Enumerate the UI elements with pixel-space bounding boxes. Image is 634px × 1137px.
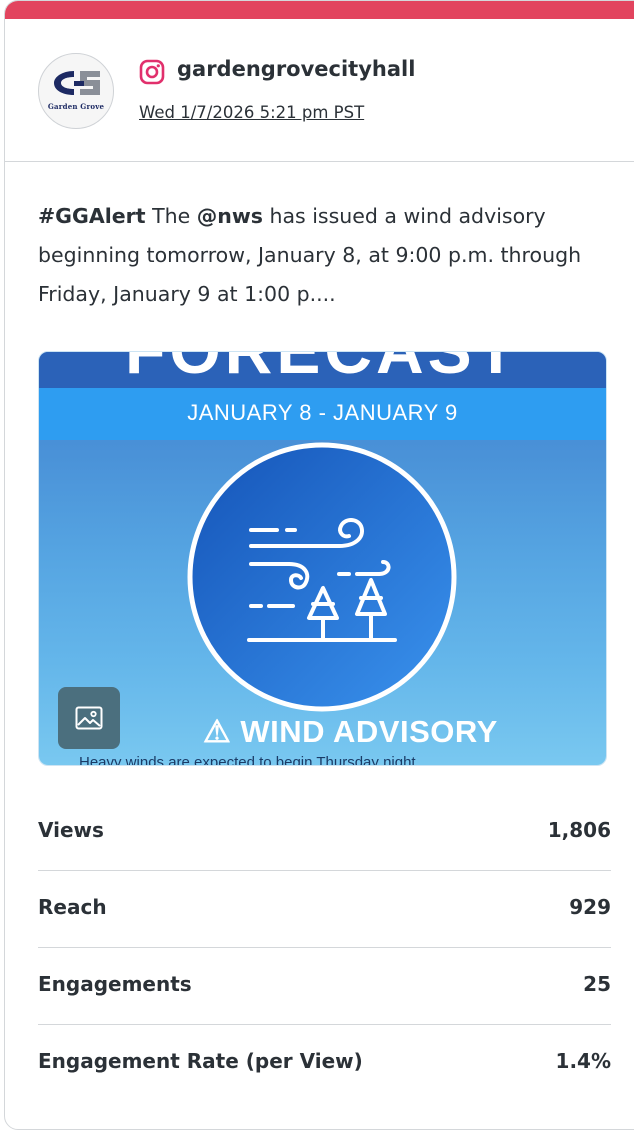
metric-label: Engagements: [38, 972, 192, 996]
image-icon: [75, 706, 103, 730]
avatar-label: Garden Grove: [47, 102, 105, 111]
warning-icon: ⚠: [203, 714, 232, 749]
media-advisory-title: ⚠ WIND ADVISORY: [203, 714, 498, 750]
metric-row-engagements: Engagements 25: [38, 948, 611, 1025]
metrics-list: Views 1,806 Reach 929 Engagements 25 Eng…: [38, 794, 611, 1101]
account-handle[interactable]: gardengrovecityhall: [177, 57, 415, 81]
metric-value: 929: [569, 895, 611, 919]
metric-label: Reach: [38, 895, 107, 919]
metric-value: 1,806: [547, 818, 611, 842]
metric-row-reach: Reach 929: [38, 871, 611, 948]
caption-text: The: [145, 204, 197, 228]
wind-trees-icon: [187, 442, 457, 712]
mention[interactable]: @nws: [197, 204, 263, 228]
image-type-badge: [58, 687, 120, 749]
advisory-text: WIND ADVISORY: [240, 714, 498, 749]
post-timestamp-link[interactable]: Wed 1/7/2026 5:21 pm PST: [139, 103, 364, 122]
media-subtext: Heavy winds are expected to begin Thursd…: [79, 754, 416, 766]
post-caption: #GGAlert The @nws has issued a wind advi…: [38, 197, 613, 314]
metric-row-views: Views 1,806: [38, 794, 611, 871]
post-header: Garden Grove gardengrovecityhall Wed 1/7…: [5, 19, 634, 162]
post-card: Garden Grove gardengrovecityhall Wed 1/7…: [4, 0, 634, 1130]
city-logo-icon: [54, 71, 100, 95]
metric-label: Engagement Rate (per View): [38, 1049, 363, 1073]
hashtag[interactable]: #GGAlert: [38, 204, 146, 228]
metric-label: Views: [38, 818, 104, 842]
instagram-icon: [139, 59, 165, 85]
metric-value: 25: [583, 972, 611, 996]
accent-bar: [5, 1, 634, 19]
post-media[interactable]: FORECAST JANUARY 8 - JANUARY 9: [38, 351, 607, 766]
metric-row-engagement-rate: Engagement Rate (per View) 1.4%: [38, 1025, 611, 1101]
avatar[interactable]: Garden Grove: [38, 53, 114, 129]
metric-value: 1.4%: [555, 1049, 611, 1073]
